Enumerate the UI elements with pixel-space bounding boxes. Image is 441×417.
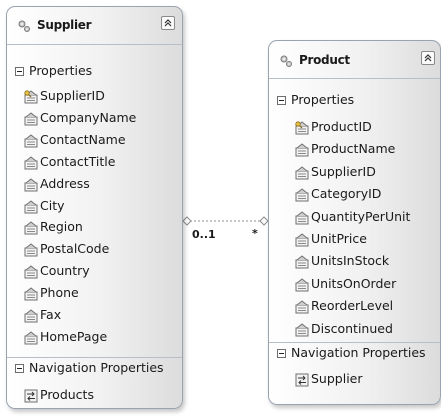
property-name: City xyxy=(40,197,65,213)
property-icon xyxy=(295,300,309,314)
property-icon xyxy=(24,309,38,323)
property-icon xyxy=(24,177,38,192)
collapse-button[interactable] xyxy=(161,16,175,30)
key-property-icon xyxy=(24,90,38,104)
property-icon xyxy=(295,166,309,180)
collapse-section-icon[interactable] xyxy=(15,67,24,76)
property-icon xyxy=(295,278,309,292)
property-icon xyxy=(295,255,309,269)
property-name: ContactTitle xyxy=(40,153,116,169)
property-name: Discontinued xyxy=(311,320,393,336)
collapse-button[interactable] xyxy=(421,51,435,65)
entity-supplier[interactable]: Supplier Properties SupplierID CompanyNam… xyxy=(6,6,183,409)
property-icon xyxy=(295,188,309,202)
navigation-properties-label: Navigation Properties xyxy=(291,345,426,360)
navigation-property-icon xyxy=(24,389,38,403)
entity-header[interactable]: Supplier xyxy=(7,7,182,45)
collapse-section-icon[interactable] xyxy=(277,349,286,358)
property-icon xyxy=(295,143,309,157)
property-name: SupplierID xyxy=(311,163,376,179)
navigation-property-name: Supplier xyxy=(311,371,363,386)
divider xyxy=(7,44,182,45)
divider xyxy=(269,342,440,343)
property-name: QuantityPerUnit xyxy=(311,208,411,224)
property-name: UnitPrice xyxy=(311,231,367,246)
property-icon xyxy=(24,243,38,257)
entity-type-icon xyxy=(280,55,292,67)
divider xyxy=(269,78,440,79)
property-name: Country xyxy=(40,263,90,279)
chevron-up-icon xyxy=(424,54,432,62)
association-end-product xyxy=(259,216,269,226)
property-icon xyxy=(24,287,38,301)
entity-title: Product xyxy=(299,53,350,67)
property-name: UnitsInStock xyxy=(311,253,390,269)
navigation-section-header[interactable]: Navigation Properties xyxy=(7,359,182,379)
entity-type-icon xyxy=(18,20,30,32)
property-icon xyxy=(24,331,38,345)
multiplicity-product-end: * xyxy=(252,227,258,240)
property-name: ProductID xyxy=(311,119,372,134)
properties-section-header[interactable]: Properties xyxy=(7,62,182,82)
divider xyxy=(7,357,182,358)
property-icon xyxy=(295,322,309,337)
property-name: Region xyxy=(40,219,83,235)
multiplicity-supplier-end: 0..1 xyxy=(192,228,216,241)
property-icon xyxy=(295,233,309,247)
property-name: Address xyxy=(40,175,90,191)
property-icon xyxy=(24,199,38,213)
property-icon xyxy=(24,156,38,170)
key-property-icon xyxy=(295,121,309,135)
entity-title: Supplier xyxy=(37,18,92,32)
association-end-supplier xyxy=(182,216,192,226)
property-icon xyxy=(24,221,38,235)
property-name: CompanyName xyxy=(40,109,137,125)
entity-header[interactable]: Product xyxy=(269,41,440,79)
navigation-property-name: Products xyxy=(40,387,94,402)
property-name: ContactName xyxy=(40,131,126,147)
property-icon xyxy=(24,265,38,279)
property-icon xyxy=(24,134,38,148)
property-name: UnitsOnOrder xyxy=(311,275,397,291)
collapse-section-icon[interactable] xyxy=(277,96,286,105)
navigation-property-icon xyxy=(295,373,309,387)
property-name: PostalCode xyxy=(40,241,110,257)
property-name: ReorderLevel xyxy=(311,298,394,314)
entity-product[interactable]: Product Properties ProductID ProductName S… xyxy=(268,40,441,405)
property-name: HomePage xyxy=(40,328,108,344)
properties-label: Properties xyxy=(291,92,355,107)
navigation-properties-label: Navigation Properties xyxy=(29,360,164,375)
property-name: Fax xyxy=(40,307,62,322)
property-name: Phone xyxy=(40,285,79,301)
properties-label: Properties xyxy=(29,63,93,78)
property-name: SupplierID xyxy=(40,88,105,103)
property-icon xyxy=(295,210,309,225)
chevron-up-icon xyxy=(164,19,172,27)
property-name: ProductName xyxy=(311,141,396,157)
property-icon xyxy=(24,112,38,126)
properties-section-header[interactable]: Properties xyxy=(269,91,440,111)
navigation-section-header[interactable]: Navigation Properties xyxy=(269,344,440,364)
collapse-section-icon[interactable] xyxy=(15,364,24,373)
property-name: CategoryID xyxy=(311,186,382,202)
